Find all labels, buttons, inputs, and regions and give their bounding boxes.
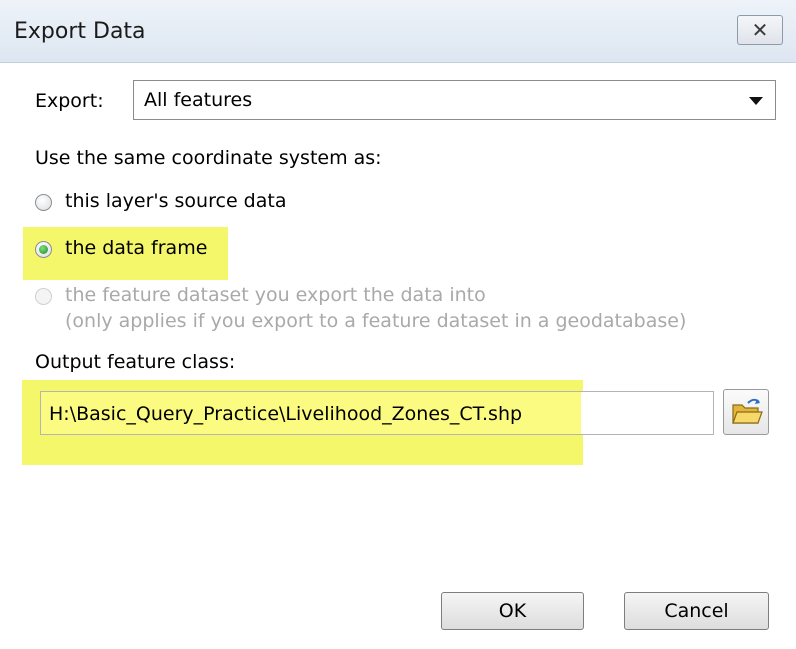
folder-open-icon <box>732 398 763 424</box>
output-feature-class-label: Output feature class: <box>35 351 236 373</box>
window-title: Export Data <box>14 19 146 44</box>
radio-button-disabled <box>35 288 52 305</box>
radio-sublabel-feature-dataset: (only applies if you export to a feature… <box>65 310 687 332</box>
radio-button-checked[interactable] <box>35 241 52 258</box>
browse-button[interactable] <box>723 389 769 435</box>
output-path-value: H:\Basic_Query_Practice\Livelihood_Zones… <box>49 403 523 425</box>
coordinate-system-heading: Use the same coordinate system as: <box>35 147 382 169</box>
radio-label-data-frame: the data frame <box>65 237 208 259</box>
title-bar: Export Data ✕ <box>0 0 796 63</box>
chevron-down-icon <box>749 97 763 105</box>
radio-label-source-data: this layer's source data <box>65 190 287 212</box>
ok-button[interactable]: OK <box>441 592 584 630</box>
output-path-input[interactable]: H:\Basic_Query_Practice\Livelihood_Zones… <box>40 391 714 435</box>
radio-button[interactable] <box>35 194 52 211</box>
export-label: Export: <box>35 90 104 112</box>
export-selected-value: All features <box>144 89 253 111</box>
export-dropdown[interactable]: All features <box>133 80 776 120</box>
cancel-button[interactable]: Cancel <box>624 592 769 630</box>
close-button[interactable]: ✕ <box>737 15 783 45</box>
close-icon: ✕ <box>751 18 769 42</box>
radio-label-feature-dataset: the feature dataset you export the data … <box>65 284 486 306</box>
